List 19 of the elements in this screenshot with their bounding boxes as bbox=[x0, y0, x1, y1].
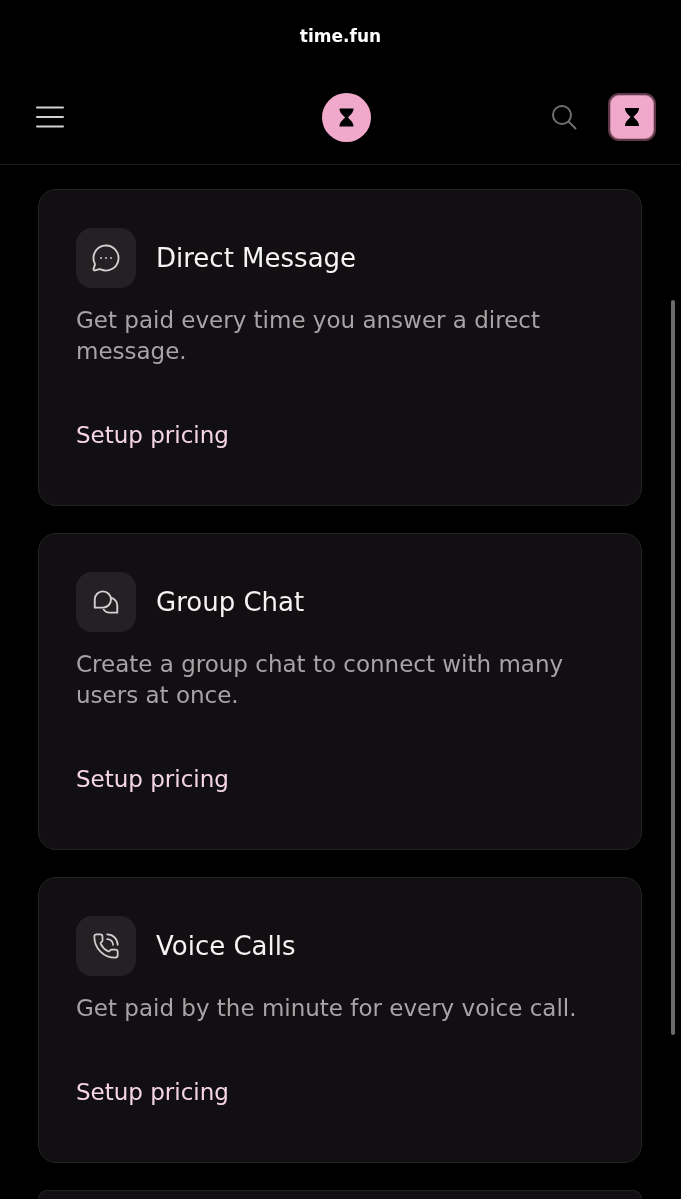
hourglass-icon bbox=[623, 108, 641, 126]
setup-pricing-link[interactable]: Setup pricing bbox=[76, 408, 229, 462]
search-icon[interactable] bbox=[551, 104, 577, 130]
scrollbar-thumb[interactable] bbox=[671, 300, 675, 1035]
chat-bubble-icon bbox=[76, 228, 136, 288]
menu-icon[interactable] bbox=[36, 106, 64, 128]
card-description: Get paid by the minute for every voice call. bbox=[76, 994, 578, 1023]
card-title: Group Chat bbox=[156, 586, 305, 618]
card-title: Voice Calls bbox=[156, 930, 296, 962]
setup-pricing-link[interactable]: Setup pricing bbox=[76, 752, 229, 806]
address-bar-url[interactable]: time.fun bbox=[299, 25, 382, 47]
card-title: Direct Message bbox=[156, 242, 357, 274]
setup-pricing-link[interactable]: Setup pricing bbox=[76, 1065, 229, 1119]
phone-icon bbox=[76, 916, 136, 976]
hourglass-logo-icon[interactable] bbox=[321, 92, 371, 142]
card-description: Get paid every time you answer a direct message. bbox=[76, 306, 541, 366]
chat-bubbles-icon bbox=[76, 572, 136, 632]
profile-button[interactable] bbox=[608, 93, 656, 141]
card-description: Create a group chat to connect with many users at once. bbox=[76, 650, 565, 710]
